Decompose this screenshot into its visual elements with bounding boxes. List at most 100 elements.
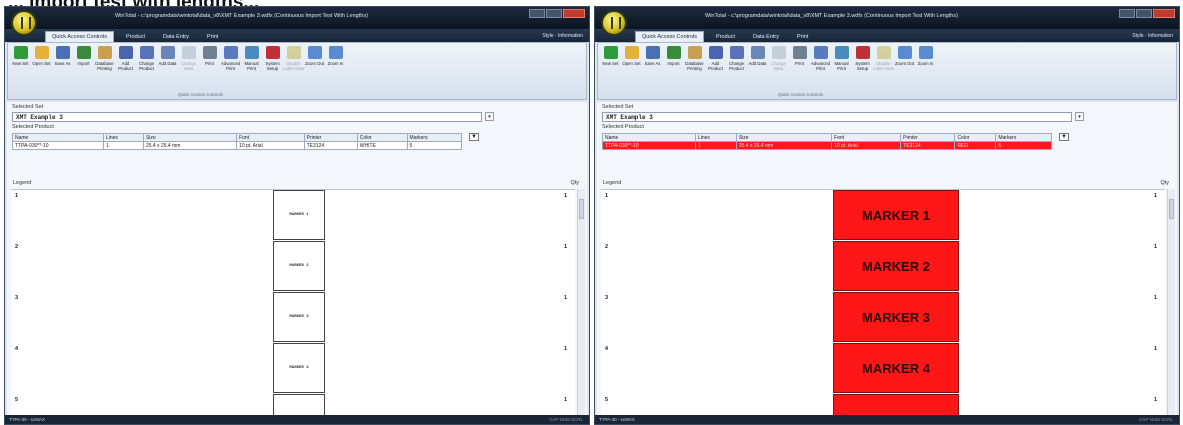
add-data-button[interactable]: Add Data <box>157 46 178 86</box>
zoom-in-button[interactable]: Zoom In <box>915 46 936 86</box>
marker-preview[interactable]: MARKER 1 <box>833 190 959 240</box>
add-data-label: Add Data <box>158 61 177 66</box>
column-header[interactable]: Printer <box>303 133 358 142</box>
column-header[interactable]: Markers <box>406 133 463 142</box>
tab-print[interactable]: Print <box>201 32 224 42</box>
tab-quick-access-controls[interactable]: Quick Access Controls <box>45 31 115 42</box>
disable-label-view-button[interactable]: Disable Label View <box>283 46 304 86</box>
column-header[interactable]: Name <box>12 133 104 142</box>
tab-product[interactable]: Product <box>710 32 741 42</box>
tab-quick-access-controls[interactable]: Quick Access Controls <box>635 31 705 42</box>
product-row[interactable]: TTPA-030**-10 1 25.4 x 25.4 mm 10 pt. Arial… <box>12 141 463 150</box>
column-header[interactable]: Markers <box>995 133 1052 142</box>
print-button[interactable]: Print <box>199 46 220 86</box>
save-as-button[interactable]: Save As <box>52 46 73 86</box>
selected-set-combo[interactable]: XMT Example 3 <box>602 112 1072 122</box>
marker-preview[interactable]: MARKER 2 <box>833 241 959 291</box>
list-item[interactable]: 5 MARKER 5 1 <box>11 394 575 415</box>
column-header[interactable]: Color <box>356 133 408 142</box>
tab-product[interactable]: Product <box>120 32 151 42</box>
change-data-button[interactable]: Change Data <box>768 46 789 86</box>
marker-preview[interactable]: MARKER 5 <box>273 394 325 415</box>
save-as-button[interactable]: Save As <box>642 46 663 86</box>
maximize-button[interactable] <box>546 9 562 18</box>
marker-preview[interactable]: MARKER 3 <box>273 292 325 342</box>
chevron-down-icon[interactable]: ▾ <box>485 112 494 121</box>
database-printing-button[interactable]: Database Printing <box>684 46 705 86</box>
column-header[interactable]: Lines <box>694 133 737 142</box>
maximize-button[interactable] <box>1136 9 1152 18</box>
database-printing-button[interactable]: Database Printing <box>94 46 115 86</box>
column-header[interactable]: Color <box>954 133 997 142</box>
app-menu-orb-icon[interactable] <box>601 10 627 36</box>
tab-print[interactable]: Print <box>791 32 814 42</box>
column-header[interactable]: Font <box>236 133 305 142</box>
marker-preview[interactable]: MARKER 1 <box>273 190 325 240</box>
open-set-button[interactable]: Open Set <box>31 46 52 86</box>
marker-preview[interactable]: MARKER 3 <box>833 292 959 342</box>
zoom-in-button[interactable]: Zoom In <box>325 46 346 86</box>
import-icon <box>76 46 91 59</box>
legend-header: Legend <box>13 180 32 186</box>
list-item[interactable]: 1 MARKER 1 1 <box>601 190 1165 240</box>
add-product-button[interactable]: Add Product <box>115 46 136 86</box>
column-header[interactable]: Lines <box>102 133 144 142</box>
zoom-out-button[interactable]: Zoom Out <box>894 46 915 86</box>
change-data-button[interactable]: Change Data <box>178 46 199 86</box>
list-item[interactable]: 1 MARKER 1 1 <box>11 190 575 240</box>
add-product-button[interactable]: Add Product <box>705 46 726 86</box>
change-product-button[interactable]: Change Product <box>136 46 157 86</box>
vertical-scrollbar[interactable] <box>577 189 585 415</box>
new-set-button[interactable]: New Set <box>10 46 31 86</box>
list-item[interactable]: 4 MARKER 4 1 <box>11 343 575 393</box>
column-header[interactable]: Printer <box>900 133 956 142</box>
chevron-down-icon[interactable]: ▾ <box>1075 112 1084 121</box>
new-set-button[interactable]: New Set <box>600 46 621 86</box>
style-information-menu[interactable]: Style · Information <box>542 33 583 39</box>
manual-print-button[interactable]: Manual Print <box>241 46 262 86</box>
open-set-button[interactable]: Open Set <box>621 46 642 86</box>
scroll-thumb[interactable] <box>579 199 584 219</box>
advanced-print-button[interactable]: Advanced Print <box>810 46 831 86</box>
disable-label-view-button[interactable]: Disable Label View <box>873 46 894 86</box>
list-item[interactable]: 3 MARKER 3 1 <box>11 292 575 342</box>
marker-preview[interactable]: MARKER 4 <box>833 343 959 393</box>
list-item[interactable]: 3 MARKER 3 1 <box>601 292 1165 342</box>
change-product-button[interactable]: Change Product <box>726 46 747 86</box>
column-header[interactable]: Size <box>735 133 833 142</box>
list-item[interactable]: 4 MARKER 4 1 <box>601 343 1165 393</box>
system-setup-button[interactable]: System Setup <box>262 46 283 86</box>
vertical-scrollbar[interactable] <box>1167 189 1175 415</box>
add-data-button[interactable]: Add Data <box>747 46 768 86</box>
style-information-menu[interactable]: Style · Information <box>1132 33 1173 39</box>
list-item[interactable]: 2 MARKER 2 1 <box>601 241 1165 291</box>
column-header[interactable]: Name <box>602 133 696 142</box>
marker-preview[interactable]: MARKER 5 <box>833 394 959 415</box>
product-row[interactable]: TTPA-030**-10 1 25.4 x 25.4 mm 10 pt. Arial… <box>602 141 1052 150</box>
app-window-red-marker: WinTotal - c:\programdata\wintotal\data_… <box>594 6 1180 425</box>
print-button[interactable]: Print <box>789 46 810 86</box>
column-header[interactable]: Size <box>142 133 238 142</box>
marker-preview[interactable]: MARKER 4 <box>273 343 325 393</box>
tab-data-entry[interactable]: Data Entry <box>747 32 785 42</box>
import-button[interactable]: Import <box>663 46 684 86</box>
column-header[interactable]: Font <box>831 133 902 142</box>
scroll-thumb[interactable] <box>1169 199 1174 219</box>
zoom-out-button[interactable]: Zoom Out <box>304 46 325 86</box>
app-menu-orb-icon[interactable] <box>11 10 37 36</box>
close-button[interactable] <box>1153 9 1175 18</box>
column-menu-icon[interactable]: ▼ <box>1059 133 1069 141</box>
selected-set-combo[interactable]: XMT Example 3 <box>12 112 482 122</box>
manual-print-button[interactable]: Manual Print <box>831 46 852 86</box>
marker-preview[interactable]: MARKER 2 <box>273 241 325 291</box>
tab-data-entry[interactable]: Data Entry <box>157 32 195 42</box>
minimize-button[interactable] <box>1119 9 1135 18</box>
column-menu-icon[interactable]: ▼ <box>469 133 479 141</box>
close-button[interactable] <box>563 9 585 18</box>
list-item[interactable]: 5 MARKER 5 1 <box>601 394 1165 415</box>
system-setup-button[interactable]: System Setup <box>852 46 873 86</box>
advanced-print-button[interactable]: Advanced Print <box>220 46 241 86</box>
list-item[interactable]: 2 MARKER 2 1 <box>11 241 575 291</box>
minimize-button[interactable] <box>529 9 545 18</box>
import-button[interactable]: Import <box>73 46 94 86</box>
